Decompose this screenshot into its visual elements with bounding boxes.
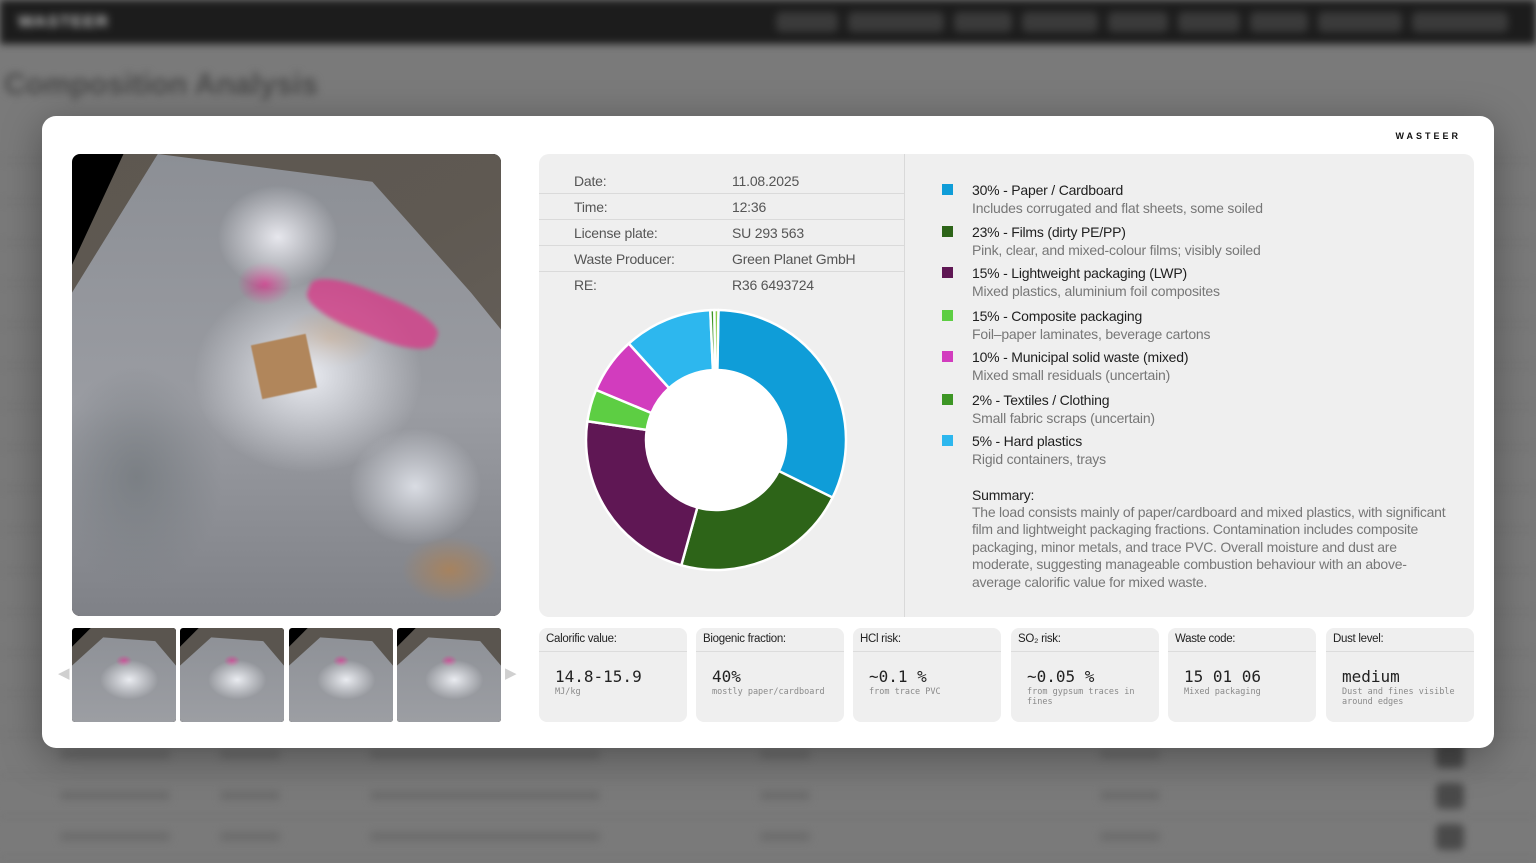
legend-swatch	[942, 226, 953, 237]
brand-logo: WASTEER	[1395, 131, 1461, 141]
legend-desc: Includes corrugated and flat sheets, som…	[972, 200, 1263, 216]
metric-value: medium	[1342, 667, 1400, 686]
metric-card-so2-risk: SO₂ risk: ~0.05 % from gypsum traces in …	[1011, 628, 1159, 722]
legend-title: 30% - Paper / Cardboard	[972, 182, 1124, 198]
donut-hole	[646, 370, 786, 510]
legend-swatch	[942, 394, 953, 405]
legend-swatch	[942, 310, 953, 321]
metric-value: 14.8-15.9	[555, 667, 642, 686]
legend-desc: Mixed plastics, aluminium foil composite…	[972, 283, 1220, 299]
background-nav-item	[1250, 12, 1308, 32]
donut-slice-other	[713, 308, 720, 372]
metric-label: HCl risk:	[860, 633, 901, 645]
meta-row-date: Date: 11.08.2025	[539, 168, 904, 194]
meta-value: 11.08.2025	[732, 173, 800, 189]
composition-donut-chart	[584, 308, 848, 572]
main-photo	[72, 154, 501, 616]
background-page-title: Composition Analysis	[4, 68, 318, 101]
legend-desc: Foil–paper laminates, beverage cartons	[972, 326, 1211, 342]
metric-label: Dust level:	[1333, 633, 1384, 645]
thumbnail-1[interactable]	[72, 628, 176, 722]
legend-swatch	[942, 184, 953, 195]
metric-sub: from gypsum traces in fines	[1027, 687, 1135, 707]
thumbnail-3[interactable]	[289, 628, 393, 722]
metric-divider	[853, 651, 1001, 652]
metric-divider	[1011, 651, 1159, 652]
metric-label: Calorific value:	[546, 633, 617, 645]
background-topbar: WASTEER	[0, 0, 1536, 44]
background-nav	[776, 12, 1508, 32]
legend-title: 5% - Hard plastics	[972, 433, 1082, 449]
metric-value: ~0.1 %	[869, 667, 927, 686]
metric-label: Waste code:	[1175, 633, 1236, 645]
meta-row-re: RE: R36 6493724	[539, 272, 904, 298]
meta-label: Time:	[574, 199, 608, 215]
metric-label: Biogenic fraction:	[703, 633, 786, 645]
background-nav-item	[954, 12, 1012, 32]
background-nav-item	[1108, 12, 1168, 32]
legend-swatch	[942, 435, 953, 446]
metric-sub: Mixed packaging	[1184, 687, 1261, 697]
meta-row-waste-producer: Waste Producer: Green Planet GmbH	[539, 246, 904, 272]
photo-cardboard-box	[251, 333, 318, 400]
thumbnail-2[interactable]	[180, 628, 284, 722]
next-image-arrow-icon[interactable]: ▶	[505, 664, 517, 682]
metric-value: 15 01 06	[1184, 667, 1262, 686]
meta-value: SU 293 563	[732, 225, 804, 241]
metric-card-calorific-value: Calorific value: 14.8-15.9 MJ/kg	[539, 628, 687, 722]
analysis-modal: WASTEER ◀ ▶ Date: 11.08.2025 Time: 12:36…	[42, 116, 1494, 748]
meta-label: Date:	[574, 173, 607, 189]
meta-row-license-plate: License plate: SU 293 563	[539, 220, 904, 246]
background-table-row	[0, 776, 1536, 817]
metric-sub: MJ/kg	[555, 687, 581, 697]
meta-label: RE:	[574, 277, 597, 293]
legend-desc: Mixed small residuals (uncertain)	[972, 367, 1171, 383]
thumbnail-strip	[72, 628, 501, 722]
summary-text: The load consists mainly of paper/cardbo…	[972, 504, 1446, 590]
legend-title: 10% - Municipal solid waste (mixed)	[972, 349, 1189, 365]
metric-sub: Dust and fines visible around edges	[1342, 687, 1455, 707]
meta-value: Green Planet GmbH	[732, 251, 856, 267]
composition-panel: Date: 11.08.2025 Time: 12:36 License pla…	[539, 154, 1474, 617]
background-nav-item	[848, 12, 944, 32]
legend-title: 15% - Lightweight packaging (LWP)	[972, 265, 1187, 281]
metric-value: 40%	[712, 667, 741, 686]
panel-divider	[904, 154, 905, 617]
metric-divider	[1168, 651, 1316, 652]
meta-label: Waste Producer:	[574, 251, 675, 267]
metric-card-hcl-risk: HCl risk: ~0.1 % from trace PVC	[853, 628, 1001, 722]
meta-value: R36 6493724	[732, 277, 814, 293]
metric-label: SO₂ risk:	[1018, 633, 1061, 645]
legend-desc: Rigid containers, trays	[972, 451, 1106, 467]
meta-label: License plate:	[574, 225, 658, 241]
background-nav-item	[1412, 12, 1508, 32]
legend-swatch	[942, 267, 953, 278]
metric-sub: from trace PVC	[869, 687, 941, 697]
background-nav-item	[1178, 12, 1240, 32]
background-table-row	[0, 817, 1536, 858]
metric-divider	[539, 651, 687, 652]
legend-desc: Pink, clear, and mixed-colour films; vis…	[972, 242, 1261, 258]
metric-card-waste-code: Waste code: 15 01 06 Mixed packaging	[1168, 628, 1316, 722]
legend-title: 15% - Composite packaging	[972, 308, 1143, 324]
prev-image-arrow-icon[interactable]: ◀	[58, 664, 70, 682]
background-nav-item	[1318, 12, 1402, 32]
metric-card-biogenic-fraction: Biogenic fraction: 40% mostly paper/card…	[696, 628, 844, 722]
thumbnail-4[interactable]	[397, 628, 501, 722]
metric-value: ~0.05 %	[1027, 667, 1095, 686]
legend-title: 23% - Films (dirty PE/PP)	[972, 224, 1126, 240]
background-brand: WASTEER	[18, 12, 110, 31]
meta-value: 12:36	[732, 199, 767, 215]
metric-divider	[696, 651, 844, 652]
legend-title: 2% - Textiles / Clothing	[972, 392, 1110, 408]
metric-card-dust-level: Dust level: medium Dust and fines visibl…	[1326, 628, 1474, 722]
legend-swatch	[942, 351, 953, 362]
meta-row-time: Time: 12:36	[539, 194, 904, 220]
legend-desc: Small fabric scraps (uncertain)	[972, 410, 1155, 426]
metric-sub: mostly paper/cardboard	[712, 687, 825, 697]
summary-label: Summary:	[972, 487, 1035, 503]
background-nav-item	[776, 12, 838, 32]
background-nav-item	[1022, 12, 1098, 32]
metric-divider	[1326, 651, 1474, 652]
